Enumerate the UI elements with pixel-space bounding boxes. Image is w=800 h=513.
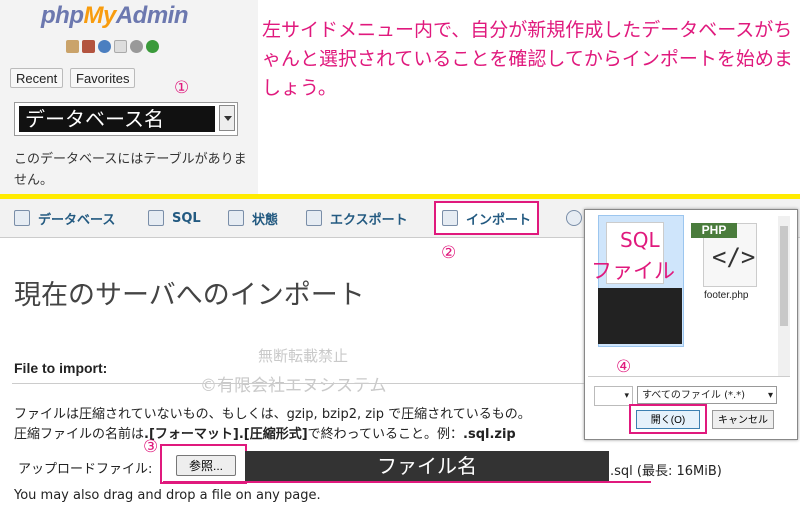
step-2-marker: ② — [441, 243, 457, 263]
php-badge: PHP — [691, 223, 737, 238]
watermark-line-1: 無断転載禁止 — [258, 347, 349, 365]
database-icon — [14, 210, 30, 226]
step-3-marker: ③ — [143, 437, 159, 457]
highlight-underline — [163, 481, 651, 483]
php-file-name: footer.php — [704, 290, 749, 301]
tab-label: SQL — [172, 210, 201, 226]
export-icon — [306, 210, 322, 226]
note-format: .[フォーマット].[圧縮形式] — [144, 427, 308, 442]
wrench-icon — [566, 210, 582, 226]
cancel-button[interactable]: キャンセル — [712, 410, 774, 429]
no-tables-message: このデータベースにはテーブルがありません。 — [14, 152, 247, 188]
note-suffix: で終わっていること。例： — [307, 427, 464, 442]
tab-databases[interactable]: データベース — [14, 199, 115, 237]
file-size-limit: .sql (最長: 16MiB) — [610, 464, 722, 479]
page-title: 現在のサーバへのインポート — [14, 280, 365, 311]
gear-icon[interactable] — [130, 40, 143, 53]
phpmyadmin-logo[interactable]: phpMyAdmin — [41, 2, 189, 30]
drag-drop-hint: You may also drag and drop a file on any… — [14, 488, 321, 503]
sql-file-label-line2: ファイル — [591, 259, 675, 283]
logo-admin-text: Admin — [115, 2, 189, 29]
recent-button[interactable]: Recent — [10, 68, 64, 88]
tab-label: インポート — [466, 212, 532, 228]
logo-my-text: My — [83, 2, 116, 29]
step-4-marker: ④ — [616, 357, 632, 377]
sql-file-name-redacted — [598, 288, 682, 344]
tab-status[interactable]: 状態 — [228, 199, 278, 237]
step-1-marker: ① — [174, 78, 190, 98]
docs-icon[interactable] — [114, 40, 127, 53]
help-icon[interactable] — [98, 40, 111, 53]
note-prefix: 圧縮ファイルの名前は — [14, 427, 145, 442]
database-select[interactable]: データベース名 — [14, 102, 238, 136]
open-button[interactable]: 開く(O) — [636, 410, 700, 429]
logout-icon[interactable] — [82, 40, 95, 53]
status-icon — [228, 210, 244, 226]
database-name-redacted: データベース名 — [19, 106, 215, 132]
sql-icon — [148, 210, 164, 226]
sidebar-icon-row — [66, 40, 159, 53]
instruction-annotation: 左サイドメニュー内で、自分が新規作成したデータベースがちゃんと選択されていること… — [262, 19, 793, 99]
scrollbar-thumb[interactable] — [780, 226, 788, 326]
compressed-filename-note: 圧縮ファイルの名前は.[フォーマット].[圧縮形式]で終わっていること。例：.s… — [14, 423, 516, 442]
tab-label: データベース — [38, 212, 116, 228]
tab-import[interactable]: インポート — [433, 201, 540, 235]
sql-file-label-line1: SQL — [620, 228, 660, 252]
tab-sql[interactable]: SQL — [148, 199, 201, 237]
compression-note: ファイルは圧縮されていないもの、もしくは、gzip, bzip2, zip で圧… — [14, 407, 531, 422]
browse-button[interactable]: 参照... — [176, 455, 236, 476]
logo-php-text: php — [41, 2, 84, 29]
note-example: .sql.zip — [463, 427, 516, 442]
section-divider — [12, 383, 584, 384]
tab-export[interactable]: エクスポート — [306, 199, 408, 237]
upload-file-label: アップロードファイル: — [18, 462, 153, 477]
chevron-down-icon[interactable] — [219, 105, 235, 131]
code-icon: </> — [712, 243, 756, 271]
dialog-divider — [588, 376, 790, 377]
selected-file-name: ファイル名 — [245, 451, 609, 481]
tab-label: エクスポート — [330, 212, 408, 228]
import-icon — [442, 210, 458, 226]
file-to-import-heading: File to import: — [14, 360, 108, 376]
tab-label: 状態 — [252, 212, 279, 228]
favorites-button[interactable]: Favorites — [70, 68, 136, 88]
reload-icon[interactable] — [146, 40, 159, 53]
filename-dropdown[interactable]: ▾ — [594, 386, 633, 406]
file-type-filter[interactable]: すべてのファイル (*.*) — [637, 386, 777, 405]
home-icon[interactable] — [66, 40, 79, 53]
